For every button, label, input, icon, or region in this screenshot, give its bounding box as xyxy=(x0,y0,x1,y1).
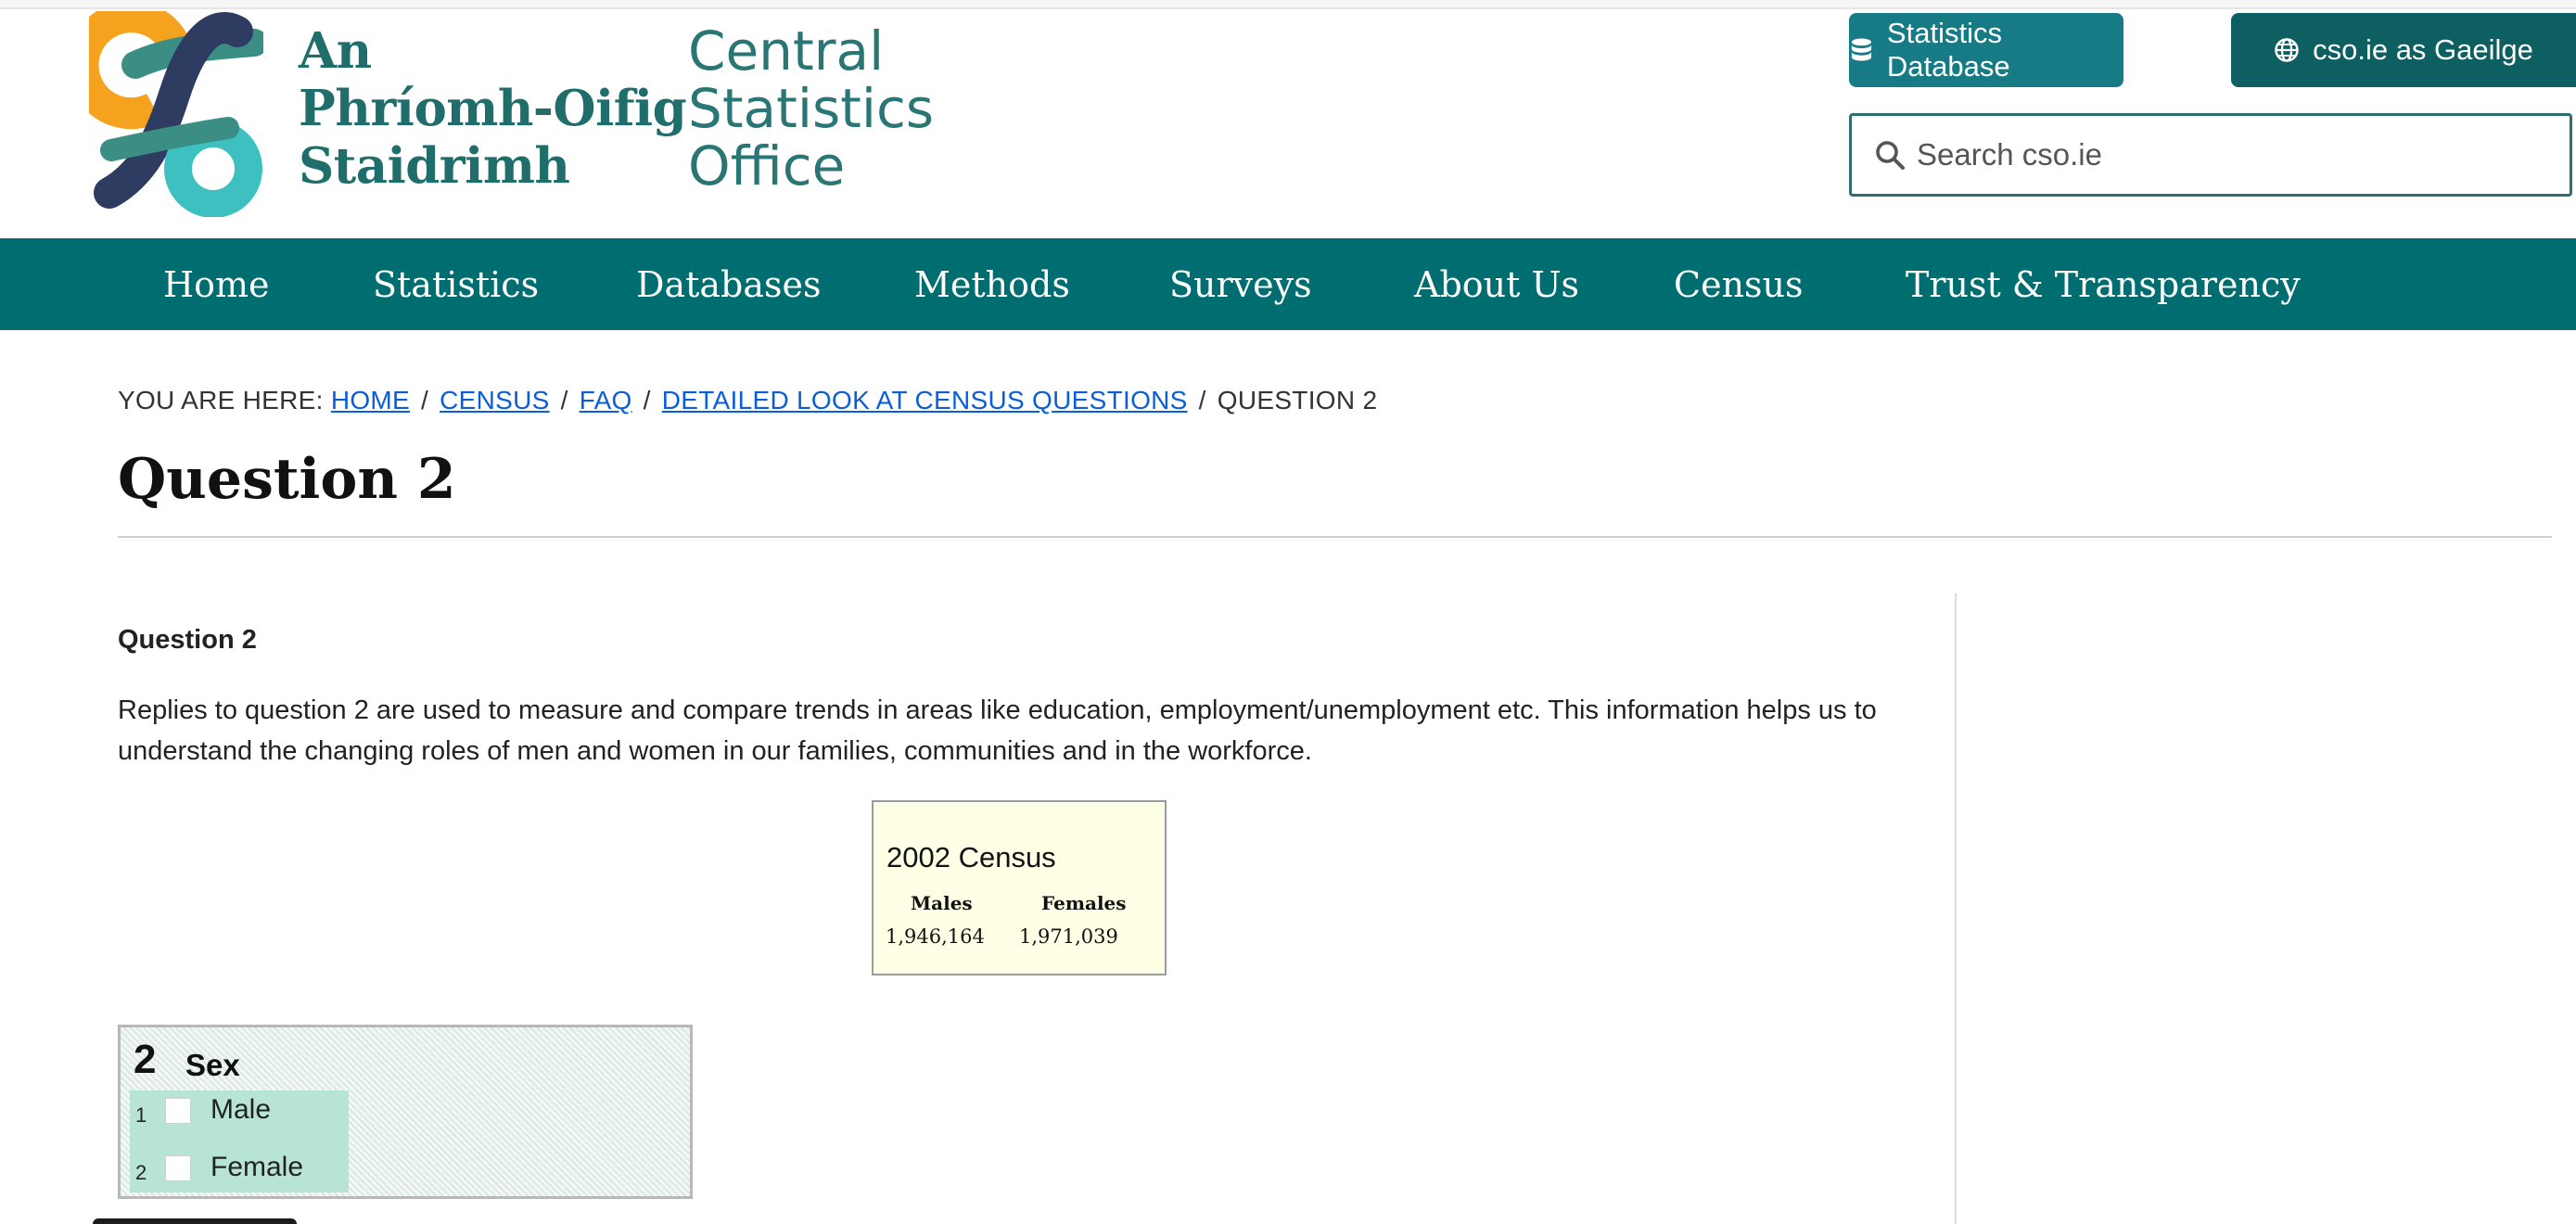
form-option-female: 2 Female xyxy=(130,1148,349,1199)
logo-irish-line-1: An xyxy=(299,22,372,80)
logo-irish-text: An Phríomh-Oifig Staidrimh xyxy=(299,22,687,195)
form-question-label: Sex xyxy=(185,1048,240,1082)
census-females-header: Females xyxy=(1041,892,1127,914)
statistics-database-label: Statistics Database xyxy=(1886,17,2010,83)
checkbox-icon xyxy=(165,1098,191,1124)
census-figure-title: 2002 Census xyxy=(886,841,1056,873)
nav-item-trust-transparency[interactable]: Trust & Transparency xyxy=(1906,238,2301,330)
form-option-label: Male xyxy=(210,1094,272,1125)
breadcrumb: YOU ARE HERE: HOME / CENSUS / FAQ / DETAILED L… xyxy=(118,386,1377,415)
column-divider xyxy=(1955,593,1957,1224)
breadcrumb-link-census[interactable]: CENSUS xyxy=(440,386,550,414)
form-option-number: 1 xyxy=(135,1103,147,1127)
gaeilge-label: cso.ie as Gaeilge xyxy=(2313,33,2533,66)
logo-english-line-2: Statistics xyxy=(688,77,935,140)
browser-top-edge xyxy=(0,0,2576,9)
breadcrumb-link-home[interactable]: HOME xyxy=(331,386,410,414)
gaeilge-button[interactable]: cso.ie as Gaeilge xyxy=(2231,13,2576,87)
main-nav: Home Statistics Databases Methods Survey… xyxy=(0,238,2576,330)
form-option-number: 2 xyxy=(135,1161,147,1184)
breadcrumb-separator: / xyxy=(560,386,568,414)
nav-item-surveys[interactable]: Surveys xyxy=(1169,238,1312,330)
logo-irish-line-3: Staidrimh xyxy=(299,137,570,195)
database-icon xyxy=(1851,38,1872,61)
title-divider xyxy=(118,536,2552,538)
census-females-value: 1,971,039 xyxy=(1019,925,1118,948)
checkbox-icon xyxy=(165,1155,191,1181)
offscreen-element-edge xyxy=(93,1218,297,1224)
logo-english-line-1: Central xyxy=(688,19,885,83)
search-box[interactable] xyxy=(1849,113,2572,197)
search-input[interactable] xyxy=(1915,136,2521,173)
census-males-value: 1,946,164 xyxy=(886,925,985,948)
cso-logo-icon xyxy=(89,11,263,217)
nav-item-census[interactable]: Census xyxy=(1674,238,1804,330)
form-option-male: 1 Male xyxy=(130,1090,349,1141)
nav-item-databases[interactable]: Databases xyxy=(636,238,822,330)
census-form-question-image: 2 Sex 1 Male 2 Female xyxy=(118,1025,693,1199)
breadcrumb-prefix: YOU ARE HERE: xyxy=(118,386,324,414)
form-options: 1 Male 2 Female xyxy=(130,1090,349,1192)
page-title: Question 2 xyxy=(118,447,456,512)
form-question-number: 2 xyxy=(134,1037,157,1082)
search-icon xyxy=(1876,141,1905,170)
nav-item-home[interactable]: Home xyxy=(163,238,270,330)
statistics-database-button[interactable]: Statistics Database xyxy=(1849,13,2123,87)
breadcrumb-separator: / xyxy=(643,386,651,414)
form-option-label: Female xyxy=(210,1152,304,1182)
breadcrumb-separator: / xyxy=(421,386,429,414)
logo-english-text: Central Statistics Office xyxy=(688,22,934,195)
nav-item-about-us[interactable]: About Us xyxy=(1414,238,1579,330)
content-paragraph: Replies to question 2 are used to measur… xyxy=(118,695,1877,766)
breadcrumb-current: QUESTION 2 xyxy=(1217,386,1378,414)
breadcrumb-link-detailed-look[interactable]: DETAILED LOOK AT CENSUS QUESTIONS xyxy=(662,386,1188,414)
content-subheading: Question 2 xyxy=(118,625,257,655)
census-2002-figure: 2002 Census Males Females 1,946,164 1,97… xyxy=(872,800,1167,975)
logo-english-line-3: Office xyxy=(688,134,846,198)
logo-irish-line-2: Phríomh-Oifig xyxy=(299,80,687,137)
nav-item-statistics[interactable]: Statistics xyxy=(373,238,539,330)
breadcrumb-separator: / xyxy=(1198,386,1206,414)
breadcrumb-link-faq[interactable]: FAQ xyxy=(580,386,632,414)
nav-item-methods[interactable]: Methods xyxy=(914,238,1070,330)
census-males-header: Males xyxy=(911,892,973,914)
globe-icon xyxy=(2275,38,2299,62)
